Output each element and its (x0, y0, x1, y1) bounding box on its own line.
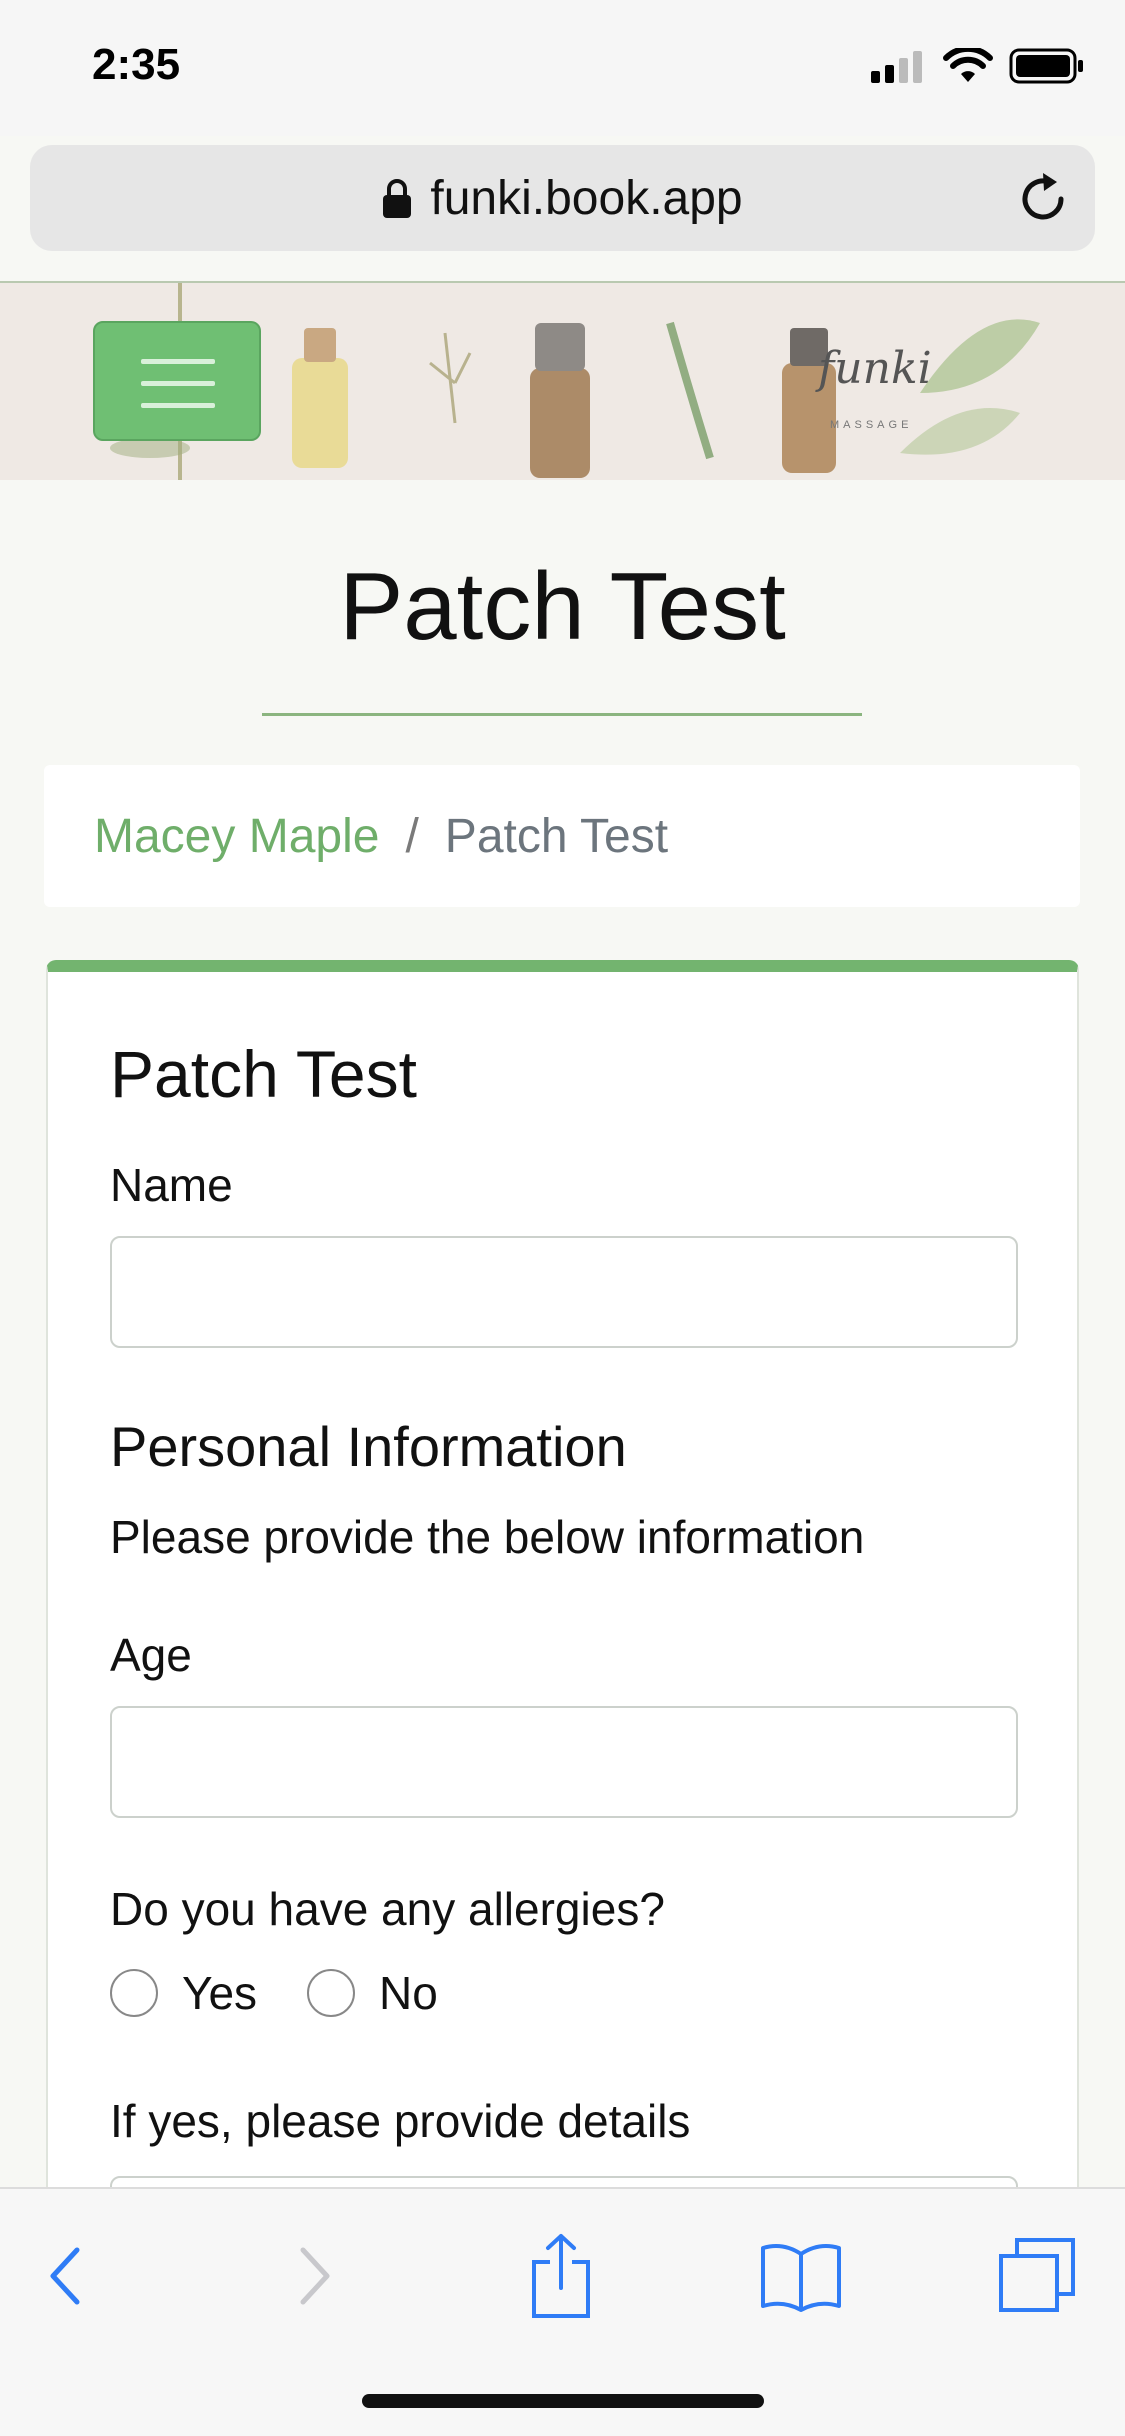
page-title: Patch Test (339, 553, 786, 660)
bookmarks-button[interactable] (756, 2231, 846, 2321)
radio-no[interactable] (307, 1969, 356, 2017)
breadcrumb-current: Patch Test (444, 809, 669, 863)
url-text: funki.book.app (430, 171, 743, 225)
menu-button[interactable] (93, 321, 261, 441)
allergies-radio-group: Yes No (110, 1966, 488, 2020)
cellular-signal-icon (871, 51, 922, 83)
address-bar[interactable]: funki.book.app (30, 145, 1095, 251)
hamburger-icon (141, 359, 215, 364)
logo-text: funki (815, 343, 932, 394)
wifi-icon (943, 48, 993, 82)
back-button[interactable] (20, 2231, 110, 2321)
personal-info-description: Please provide the below information (110, 1511, 865, 1563)
share-icon (532, 2234, 590, 2318)
book-icon (761, 2244, 841, 2312)
site-banner: funki MASSAGE (0, 283, 1125, 480)
age-input[interactable] (110, 1706, 1018, 1818)
allergies-option-no[interactable]: No (307, 1966, 438, 2020)
breadcrumb: Macey Maple / Patch Test (44, 765, 1080, 907)
tabs-icon (999, 2238, 1075, 2312)
title-divider (262, 713, 862, 716)
name-label: Name (110, 1159, 233, 1211)
personal-info-heading: Personal Information (110, 1415, 627, 1478)
lock-icon (383, 179, 412, 218)
breadcrumb-separator: / (405, 809, 419, 863)
form-card: Patch Test Name Personal Information Ple… (46, 960, 1079, 2288)
chevron-left-icon (50, 2247, 80, 2305)
tabs-button[interactable] (992, 2231, 1082, 2321)
radio-no-label: No (379, 1967, 438, 2019)
form-title: Patch Test (110, 1037, 417, 1111)
share-button[interactable] (516, 2231, 606, 2321)
status-bar: 2:35 (0, 0, 1125, 136)
home-indicator (362, 2394, 764, 2408)
logo-subtext: MASSAGE (830, 419, 912, 431)
hamburger-icon (141, 403, 215, 408)
name-input[interactable] (110, 1236, 1018, 1348)
breadcrumb-link-parent[interactable]: Macey Maple (94, 809, 379, 864)
forward-button[interactable] (270, 2231, 360, 2321)
chevron-right-icon (300, 2247, 330, 2305)
reload-icon[interactable] (1013, 169, 1073, 229)
radio-yes-label: Yes (182, 1967, 258, 2019)
battery-icon (1009, 48, 1083, 84)
age-label: Age (110, 1629, 192, 1681)
url-display: funki.book.app (30, 145, 1095, 251)
allergies-question: Do you have any allergies? (110, 1883, 665, 1935)
hamburger-icon (141, 381, 215, 386)
status-time: 2:35 (92, 40, 181, 89)
radio-yes[interactable] (110, 1969, 158, 2017)
allergies-option-yes[interactable]: Yes (110, 1966, 257, 2020)
allergy-details-label: If yes, please provide details (110, 2095, 691, 2147)
status-icons (871, 48, 1085, 84)
